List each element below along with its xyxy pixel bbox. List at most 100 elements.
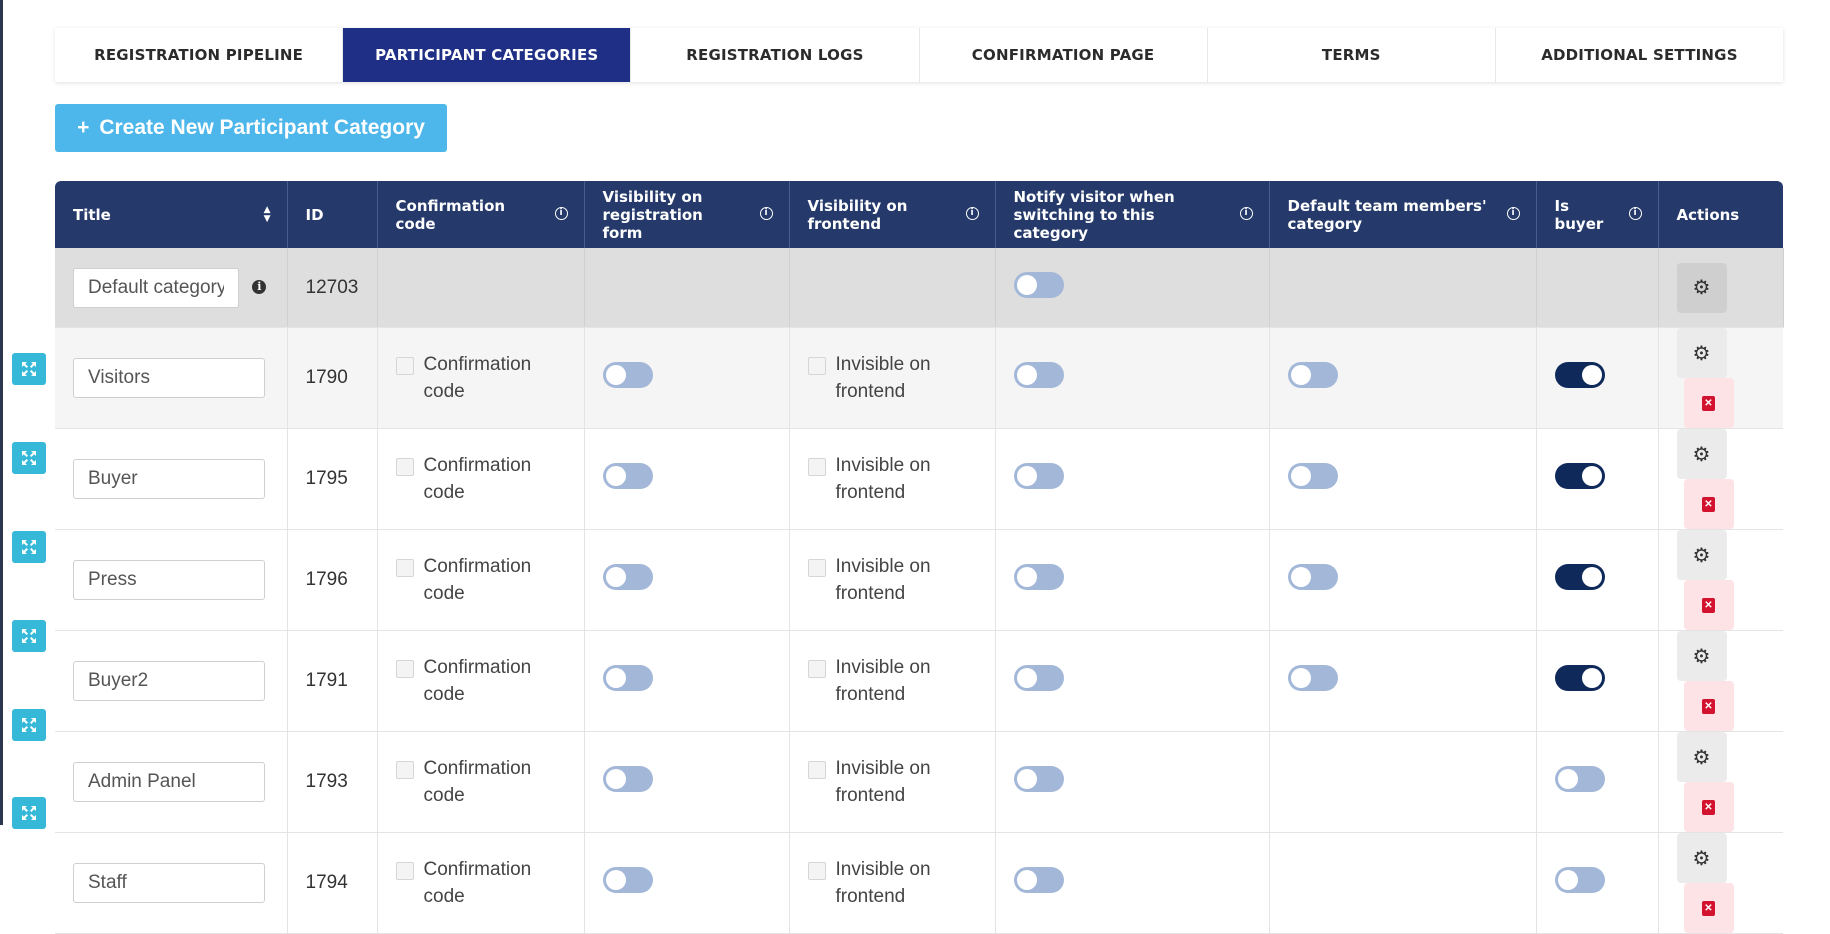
info-icon[interactable]: i (1506, 206, 1520, 220)
confirmation-code-checkbox[interactable] (395, 862, 414, 880)
invisible-frontend-checkbox-group: Invisible on frontend (807, 755, 977, 809)
title-input[interactable] (73, 661, 265, 701)
title-input[interactable] (73, 358, 265, 398)
invisible-frontend-checkbox[interactable] (807, 660, 826, 678)
settings-button[interactable]: ⚙ (1676, 262, 1727, 313)
info-icon[interactable]: i (1628, 206, 1642, 220)
visibility-form-toggle[interactable] (602, 665, 653, 691)
delete-icon: ✕ (1702, 395, 1715, 411)
settings-button[interactable]: ⚙ (1676, 328, 1727, 378)
default-team-toggle[interactable] (1287, 463, 1338, 489)
delete-button[interactable]: ✕ (1683, 378, 1734, 428)
delete-icon: ✕ (1702, 496, 1715, 512)
is-buyer-toggle[interactable] (1554, 867, 1605, 893)
header-title[interactable]: Title ▲ ▼ (55, 181, 288, 248)
drag-handle[interactable] (12, 442, 46, 474)
invisible-frontend-checkbox-group: Invisible on frontend (807, 553, 977, 607)
drag-handle[interactable] (12, 620, 46, 652)
is-buyer-toggle[interactable] (1554, 665, 1605, 691)
default-team-toggle[interactable] (1287, 362, 1338, 388)
notify-toggle[interactable] (1013, 564, 1064, 590)
visibility-form-toggle[interactable] (602, 463, 653, 489)
cell-is-buyer (1536, 327, 1659, 429)
confirmation-code-checkbox[interactable] (395, 357, 414, 375)
info-icon[interactable]: i (1239, 206, 1253, 220)
delete-button[interactable]: ✕ (1683, 681, 1734, 731)
invisible-frontend-checkbox[interactable] (807, 357, 826, 375)
drag-handle[interactable] (12, 797, 46, 829)
table-row-default: i 12703 ⚙ (55, 248, 1784, 328)
title-input[interactable] (73, 762, 265, 802)
notify-toggle[interactable] (1013, 463, 1064, 489)
notify-toggle[interactable] (1013, 362, 1064, 388)
confirmation-code-checkbox[interactable] (395, 761, 414, 779)
tab-participant-categories[interactable]: PARTICIPANT CATEGORIES (343, 28, 632, 82)
default-team-toggle[interactable] (1287, 564, 1338, 590)
tab-registration-logs[interactable]: REGISTRATION LOGS (631, 28, 920, 82)
visibility-form-toggle[interactable] (602, 362, 653, 388)
is-buyer-toggle[interactable] (1554, 463, 1605, 489)
visibility-form-toggle[interactable] (602, 564, 653, 590)
is-buyer-toggle[interactable] (1554, 564, 1605, 590)
is-buyer-toggle[interactable] (1554, 766, 1605, 792)
confirmation-code-checkbox[interactable] (395, 660, 414, 678)
cell-id: 12703 (287, 248, 378, 328)
table-row: 1793 Confirmation code Invisible on fron… (55, 731, 1783, 833)
notify-toggle[interactable] (1013, 766, 1064, 792)
title-input[interactable] (73, 560, 265, 600)
plus-icon: + (77, 116, 90, 139)
header-notify-label: Notify visitor when switching to this ca… (1013, 187, 1175, 242)
drag-handle[interactable] (12, 353, 46, 385)
drag-handle[interactable] (12, 709, 46, 741)
header-default-team-label: Default team members' category (1287, 196, 1487, 233)
sort-icon[interactable]: ▲ ▼ (264, 205, 271, 224)
create-category-button[interactable]: + Create New Participant Category (55, 104, 447, 152)
info-icon[interactable]: i (554, 206, 568, 220)
tab-registration-pipeline[interactable]: REGISTRATION PIPELINE (55, 28, 344, 82)
header-confirmation-code: Confirmation code i (377, 181, 585, 248)
is-buyer-toggle[interactable] (1554, 362, 1605, 388)
cell-confirmation-code: Confirmation code (377, 428, 585, 530)
settings-button[interactable]: ⚙ (1676, 530, 1727, 580)
notify-toggle[interactable] (1013, 665, 1064, 691)
confirmation-code-checkbox-group: Confirmation code (395, 553, 566, 607)
cell-default-team (1269, 327, 1537, 429)
header-actions: Actions (1658, 181, 1783, 248)
default-team-toggle[interactable] (1287, 665, 1338, 691)
settings-button[interactable]: ⚙ (1676, 631, 1727, 681)
tab-additional-settings[interactable]: ADDITIONAL SETTINGS (1496, 28, 1783, 82)
confirmation-code-checkbox[interactable] (395, 458, 414, 476)
info-icon[interactable]: i (965, 206, 979, 220)
tab-terms[interactable]: TERMS (1208, 28, 1496, 82)
info-icon[interactable]: i (252, 280, 267, 295)
title-input[interactable] (73, 267, 239, 308)
notify-toggle[interactable] (1013, 271, 1064, 298)
delete-button[interactable]: ✕ (1683, 883, 1734, 933)
visibility-form-toggle[interactable] (602, 867, 653, 893)
settings-button[interactable]: ⚙ (1676, 833, 1727, 883)
cell-title (55, 630, 288, 732)
invisible-frontend-checkbox[interactable] (807, 559, 826, 577)
notify-toggle[interactable] (1013, 867, 1064, 893)
cell-visibility-frontend: Invisible on frontend (789, 630, 996, 732)
confirmation-code-checkbox[interactable] (395, 559, 414, 577)
cell-actions: ⚙ ✕ (1658, 832, 1783, 934)
invisible-frontend-checkbox[interactable] (807, 862, 826, 880)
info-icon[interactable]: i (759, 206, 773, 220)
cell-notify (995, 529, 1270, 631)
settings-button[interactable]: ⚙ (1676, 429, 1727, 479)
delete-button[interactable]: ✕ (1683, 580, 1734, 630)
visibility-form-toggle[interactable] (602, 766, 653, 792)
cell-visibility-frontend: Invisible on frontend (789, 731, 996, 833)
settings-button[interactable]: ⚙ (1676, 732, 1727, 782)
title-input[interactable] (73, 863, 265, 903)
header-default-team: Default team members' category i (1269, 181, 1537, 248)
tab-confirmation-page[interactable]: CONFIRMATION PAGE (920, 28, 1208, 82)
title-input[interactable] (73, 459, 265, 499)
cell-title: i (55, 248, 288, 328)
invisible-frontend-checkbox[interactable] (807, 458, 826, 476)
drag-handle[interactable] (12, 531, 46, 563)
delete-button[interactable]: ✕ (1683, 479, 1734, 529)
cell-notify (995, 731, 1270, 833)
invisible-frontend-checkbox[interactable] (807, 761, 826, 779)
